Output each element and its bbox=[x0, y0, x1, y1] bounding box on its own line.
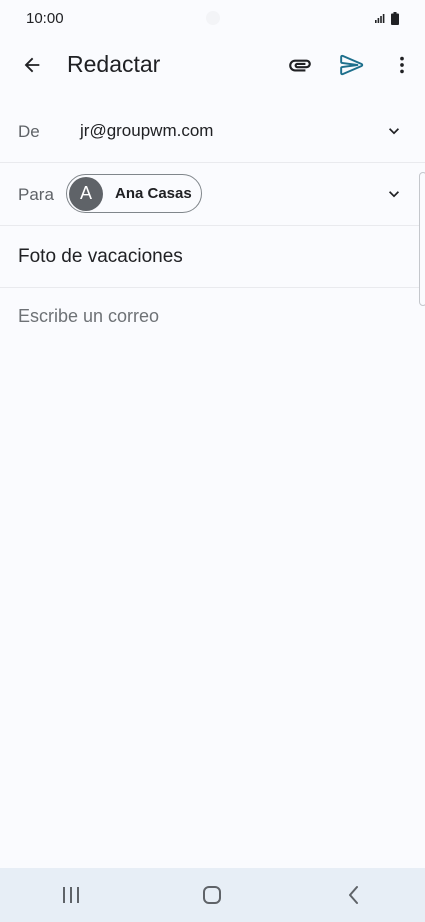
body-field[interactable]: Escribe un correo bbox=[18, 306, 159, 327]
page-title: Redactar bbox=[67, 51, 161, 77]
subject-field[interactable]: Foto de vacaciones bbox=[18, 246, 183, 268]
app-bar: Redactar bbox=[0, 36, 425, 94]
from-row[interactable]: De jr@groupwm.com bbox=[0, 100, 425, 163]
status-icons bbox=[375, 11, 399, 25]
more-options-button[interactable] bbox=[380, 43, 424, 87]
recipient-chip[interactable]: A Ana Casas bbox=[66, 174, 202, 213]
chevron-down-icon bbox=[389, 128, 399, 135]
back-button[interactable] bbox=[10, 43, 54, 87]
to-label: Para bbox=[18, 185, 54, 204]
subject-row[interactable]: Foto de vacaciones bbox=[0, 226, 425, 288]
nav-back-button[interactable] bbox=[324, 868, 384, 922]
nav-back-icon bbox=[349, 886, 359, 904]
recent-apps-icon bbox=[62, 887, 79, 903]
signal-icon bbox=[375, 14, 385, 23]
battery-icon bbox=[391, 11, 399, 25]
avatar: A bbox=[69, 176, 103, 211]
recipient-name: Ana Casas bbox=[115, 185, 192, 202]
more-vert-icon bbox=[400, 56, 404, 74]
scrollbar-handle[interactable] bbox=[419, 172, 425, 306]
chevron-down-icon bbox=[389, 191, 399, 198]
camera-cutout bbox=[206, 11, 220, 25]
to-row[interactable]: Para A Ana Casas bbox=[0, 163, 425, 226]
home-icon bbox=[203, 886, 222, 904]
from-expand-button[interactable] bbox=[380, 117, 408, 145]
paperclip-icon bbox=[289, 59, 311, 72]
send-icon bbox=[340, 54, 364, 76]
to-expand-button[interactable] bbox=[380, 180, 408, 208]
system-nav-bar bbox=[0, 868, 425, 922]
attach-button[interactable] bbox=[278, 43, 322, 87]
from-value[interactable]: jr@groupwm.com bbox=[80, 121, 213, 141]
home-button[interactable] bbox=[182, 868, 242, 922]
status-time: 10:00 bbox=[26, 9, 64, 27]
arrow-back-icon bbox=[24, 57, 40, 73]
recent-apps-button[interactable] bbox=[41, 868, 101, 922]
from-label: De bbox=[18, 122, 40, 141]
send-button[interactable] bbox=[330, 43, 374, 87]
